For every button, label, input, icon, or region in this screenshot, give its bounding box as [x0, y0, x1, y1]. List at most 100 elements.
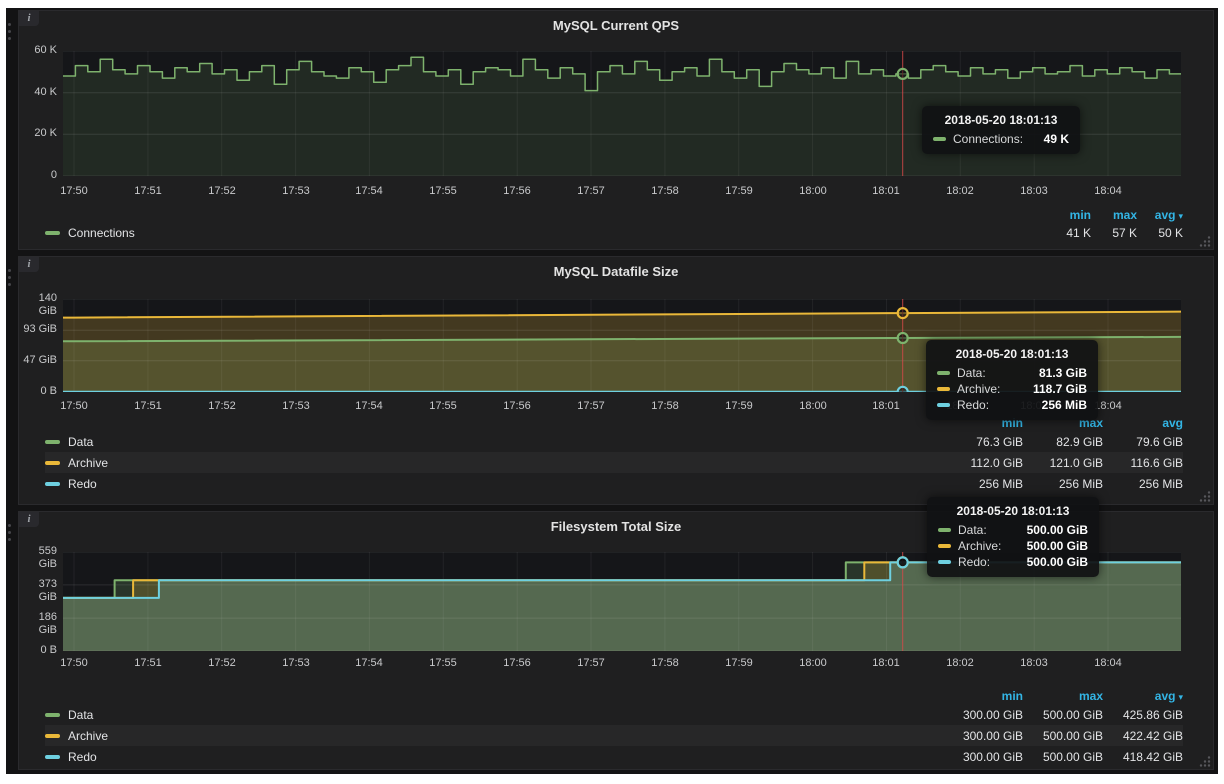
x-tick-label: 17:58	[642, 185, 688, 198]
tooltip-series-value: 500.00 GiB	[1011, 539, 1088, 553]
panel-drag-handle-icon[interactable]	[8, 269, 12, 290]
legend-row-data: Data300.00 GiB500.00 GiB425.86 GiB	[45, 704, 1183, 725]
legend-stat-value-avg: 422.42 GiB	[1103, 729, 1183, 743]
x-tick-label: 17:51	[125, 657, 171, 670]
resize-handle-icon[interactable]	[1199, 235, 1211, 247]
tooltip-series-row: Archive: 118.7 GiB	[937, 382, 1087, 396]
x-tick-label: 17:56	[494, 185, 540, 198]
x-tick-label: 17:58	[642, 400, 688, 413]
legend-series-toggle-archive[interactable]: Archive	[45, 456, 108, 470]
y-tick-label: 373 GiB	[19, 578, 57, 604]
y-tick-label: 559 GiB	[19, 545, 57, 571]
x-tick-label: 18:03	[1011, 185, 1057, 198]
x-tick-label: 18:00	[790, 400, 836, 413]
panel-title[interactable]: MySQL Current QPS	[19, 18, 1213, 33]
x-tick-label: 17:50	[51, 185, 97, 198]
tooltip-series-value: 118.7 GiB	[1017, 382, 1087, 396]
y-tick-label: 47 GiB	[19, 354, 57, 367]
series-color-dash-icon	[938, 528, 951, 532]
legend-series-toggle-data[interactable]: Data	[45, 435, 93, 449]
tooltip-series-row: Data: 500.00 GiB	[938, 523, 1088, 537]
tooltip-series-row: Redo:256 MiB	[937, 398, 1087, 412]
x-tick-label: 17:57	[568, 185, 614, 198]
legend-row-connections: Connections41 K57 K50 K	[45, 223, 1183, 243]
legend-stat-value-max: 121.0 GiB	[1023, 456, 1103, 470]
x-tick-label: 18:01	[863, 185, 909, 198]
legend-series-toggle-redo[interactable]: Redo	[45, 477, 97, 491]
x-tick-label: 17:50	[51, 657, 97, 670]
x-tick-label: 17:55	[420, 185, 466, 198]
series-color-dash-icon	[938, 544, 951, 548]
x-tick-label: 18:04	[1085, 185, 1131, 198]
legend-series-name: Archive	[68, 456, 108, 470]
x-tick-label: 17:52	[199, 185, 245, 198]
legend-stat-value-min: 112.0 GiB	[943, 456, 1023, 470]
legend-series-name: Archive	[68, 729, 108, 743]
tooltip-series-value: 500.00 GiB	[1011, 523, 1088, 537]
legend-row-archive: Archive300.00 GiB500.00 GiB422.42 GiB	[45, 725, 1183, 746]
x-tick-label: 17:58	[642, 657, 688, 670]
legend-stat-header-min[interactable]: min	[1045, 208, 1091, 222]
legend-stat-header-avg[interactable]: avg▾	[1103, 689, 1183, 703]
legend-row-redo: Redo300.00 GiB500.00 GiB418.42 GiB	[45, 746, 1183, 767]
x-tick-label: 17:54	[346, 657, 392, 670]
y-tick-label: 93 GiB	[19, 323, 57, 336]
legend-row-archive: Archive112.0 GiB121.0 GiB116.6 GiB	[45, 452, 1183, 473]
legend-stat-value-avg: 79.6 GiB	[1103, 435, 1183, 449]
legend-series-toggle-data[interactable]: Data	[45, 708, 93, 722]
legend-series-name: Data	[68, 435, 93, 449]
y-tick-label: 0	[19, 169, 57, 182]
panel-drag-handle-icon[interactable]	[8, 524, 12, 545]
legend-series-name: Connections	[68, 226, 135, 240]
legend-stat-value-max: 256 MiB	[1023, 477, 1103, 491]
x-tick-label: 18:00	[790, 185, 836, 198]
tooltip-series-name: Data:	[958, 523, 987, 537]
series-color-dash-icon	[933, 137, 946, 141]
panel-drag-handle-icon[interactable]	[8, 23, 12, 44]
tooltip-timestamp: 2018-05-20 18:01:13	[937, 347, 1087, 361]
x-tick-label: 18:01	[863, 400, 909, 413]
y-tick-label: 0 B	[19, 644, 57, 657]
tooltip-series-name: Archive:	[957, 382, 1000, 396]
legend-stat-header-max[interactable]: max	[1023, 689, 1103, 703]
legend-stat-value-avg: 418.42 GiB	[1103, 750, 1183, 764]
resize-handle-icon[interactable]	[1199, 755, 1211, 767]
legend-series-toggle-connections[interactable]: Connections	[45, 226, 135, 240]
legend-stat-header-avg[interactable]: avg▾	[1137, 208, 1183, 222]
legend-series-toggle-redo[interactable]: Redo	[45, 750, 97, 764]
x-tick-label: 17:55	[420, 400, 466, 413]
y-tick-label: 0 B	[19, 385, 57, 398]
series-color-dash-icon	[45, 440, 60, 444]
legend-series-toggle-archive[interactable]: Archive	[45, 729, 108, 743]
crosshair-marker	[898, 557, 908, 567]
x-tick-label: 17:59	[716, 400, 762, 413]
tooltip-timestamp: 2018-05-20 18:01:13	[933, 113, 1069, 127]
series-color-dash-icon	[45, 713, 60, 717]
x-tick-label: 17:56	[494, 400, 540, 413]
x-tick-label: 17:53	[273, 400, 319, 413]
legend-stat-value-max: 500.00 GiB	[1023, 750, 1103, 764]
x-tick-label: 18:01	[863, 657, 909, 670]
legend-series-name: Redo	[68, 750, 97, 764]
legend-stat-header-avg[interactable]: avg	[1103, 416, 1183, 430]
x-tick-label: 17:53	[273, 657, 319, 670]
x-tick-label: 18:04	[1085, 657, 1131, 670]
x-tick-label: 17:59	[716, 657, 762, 670]
series-color-dash-icon	[45, 482, 60, 486]
series-color-dash-icon	[937, 371, 950, 375]
panel-title[interactable]: MySQL Datafile Size	[19, 264, 1213, 279]
legend-stat-value-max: 82.9 GiB	[1023, 435, 1103, 449]
legend-stat-header-min[interactable]: min	[943, 689, 1023, 703]
legend-stat-value-avg: 256 MiB	[1103, 477, 1183, 491]
resize-handle-icon[interactable]	[1199, 490, 1211, 502]
tooltip-series-row: Connections:49 K	[933, 132, 1069, 146]
legend-stat-header-max[interactable]: max	[1091, 208, 1137, 222]
y-tick-label: 186 GiB	[19, 611, 57, 637]
tooltip-series-row: Archive:500.00 GiB	[938, 539, 1088, 553]
sort-caret-icon: ▾	[1178, 692, 1183, 702]
y-tick-label: 40 K	[19, 86, 57, 99]
series-color-dash-icon	[45, 734, 60, 738]
tooltip-series-name: Connections:	[953, 132, 1023, 146]
x-tick-label: 17:59	[716, 185, 762, 198]
y-tick-label: 140 GiB	[19, 292, 57, 318]
